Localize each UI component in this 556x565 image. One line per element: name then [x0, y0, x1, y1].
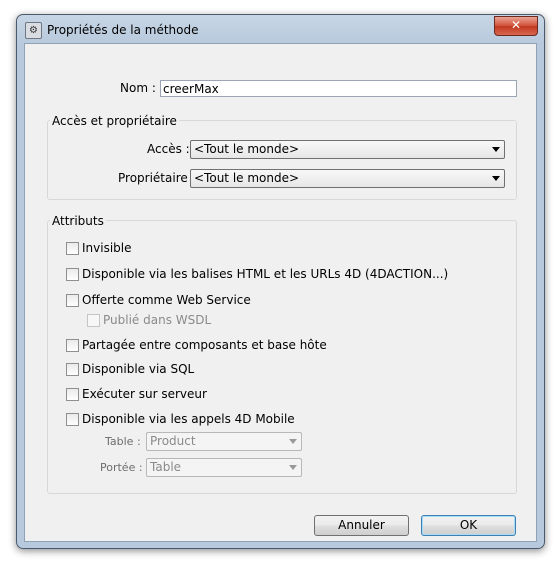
shared-label: Partagée entre composants et base hôte — [82, 338, 327, 352]
table-select[interactable]: Product — [146, 432, 302, 451]
access-owner-group-title: Accès et propriétaire — [50, 114, 179, 128]
sql-label: Disponible via SQL — [82, 362, 195, 376]
close-icon: ✕ — [510, 18, 522, 32]
chevron-down-icon — [492, 176, 500, 181]
wsdl-label: Publié dans WSDL — [103, 313, 212, 327]
web-service-label: Offerte comme Web Service — [82, 293, 251, 307]
checkbox-box[interactable] — [87, 314, 100, 327]
name-input[interactable]: creerMax — [160, 80, 517, 97]
access-label: Accès : — [147, 142, 190, 156]
html-urls-label: Disponible via les balises HTML et les U… — [82, 267, 449, 281]
cancel-button[interactable]: Annuler — [314, 515, 409, 536]
access-select[interactable]: <Tout le monde> — [190, 140, 505, 159]
access-select-value: <Tout le monde> — [194, 142, 300, 156]
access-owner-group — [47, 120, 517, 200]
scope-select-value: Table — [150, 460, 182, 474]
checkbox-box[interactable] — [66, 294, 79, 307]
owner-label: Propriétaire : — [118, 171, 196, 185]
method-properties-dialog: ⚙ Propriétés de la méthode ✕ Nom : creer… — [16, 14, 545, 549]
checkbox-box[interactable] — [66, 363, 79, 376]
checkbox-box[interactable] — [66, 413, 79, 426]
chevron-down-icon — [289, 465, 297, 470]
owner-select-value: <Tout le monde> — [194, 171, 300, 185]
dialog-body: Nom : creerMax Accès et propriétaire Acc… — [24, 43, 537, 542]
table-label: Table : — [105, 435, 141, 448]
table-select-value: Product — [150, 434, 196, 448]
title-bar[interactable]: ⚙ Propriétés de la méthode ✕ — [17, 15, 544, 43]
checkbox-box[interactable] — [66, 388, 79, 401]
scope-select[interactable]: Table — [146, 458, 302, 477]
mobile-label: Disponible via les appels 4D Mobile — [82, 412, 295, 426]
server-label: Exécuter sur serveur — [82, 387, 207, 401]
attributes-group — [47, 220, 517, 494]
checkbox-box[interactable] — [66, 268, 79, 281]
chevron-down-icon — [492, 147, 500, 152]
name-label: Nom : — [120, 81, 156, 95]
owner-select[interactable]: <Tout le monde> — [190, 169, 505, 188]
ok-button[interactable]: OK — [421, 515, 516, 536]
scope-label: Portée : — [100, 461, 143, 474]
checkbox-box[interactable] — [66, 242, 79, 255]
close-button[interactable]: ✕ — [494, 16, 538, 36]
attributes-group-title: Attributs — [50, 214, 106, 228]
window-title: Propriétés de la méthode — [47, 23, 199, 37]
app-icon: ⚙ — [25, 22, 42, 39]
invisible-label: Invisible — [82, 241, 132, 255]
checkbox-box[interactable] — [66, 339, 79, 352]
chevron-down-icon — [289, 439, 297, 444]
